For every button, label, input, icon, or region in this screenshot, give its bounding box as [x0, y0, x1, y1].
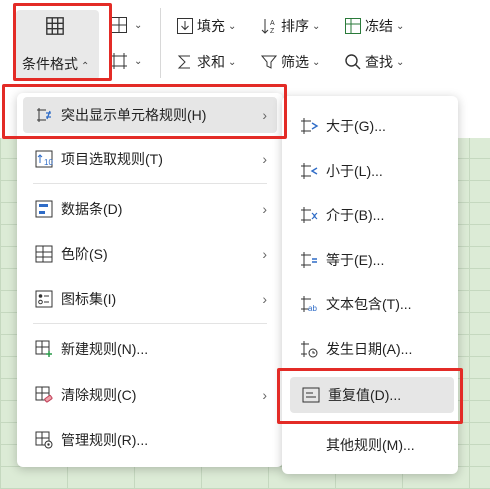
- greater-than-icon: [298, 115, 320, 137]
- between-icon: [298, 204, 320, 226]
- color-scales-icon: [33, 243, 55, 265]
- menu-separator: [33, 183, 267, 184]
- submenu-item-label: 小于(L)...: [326, 163, 383, 179]
- submenu-item-label: 介于(B)...: [326, 207, 385, 223]
- chevron-right-icon: ›: [262, 246, 267, 262]
- menu-item-label: 管理规则(R)...: [61, 432, 149, 448]
- cell-style-icon: [111, 17, 127, 33]
- menu-item-label: 清除规则(C): [61, 387, 137, 403]
- cell-style-button[interactable]: ⌄: [110, 16, 142, 34]
- sort-button[interactable]: AZ 排序 ⌄: [260, 16, 320, 36]
- less-than-icon: [298, 160, 320, 182]
- date-occurring-icon: [298, 338, 320, 360]
- dropdown-caret-icon: ⌄: [228, 56, 237, 68]
- border-button[interactable]: ⌄: [110, 52, 142, 70]
- highlight-box-conditional-format: [13, 3, 112, 81]
- dropdown-caret-icon: ⌄: [312, 20, 321, 32]
- svg-text:10: 10: [44, 158, 53, 167]
- dropdown-caret-icon: ⌄: [312, 56, 321, 68]
- submenu-item-between[interactable]: 介于(B)...: [288, 197, 452, 233]
- submenu-item-label: 其他规则(M)...: [326, 437, 415, 453]
- conditional-format-menu: 突出显示单元格规则(H) › 10 项目选取规则(T) › 数据条(D) › 色…: [17, 93, 283, 467]
- sum-icon: [177, 55, 190, 69]
- highlight-box-duplicate-values: [277, 368, 463, 424]
- highlight-box-highlight-cells: [2, 84, 287, 139]
- chevron-right-icon: ›: [262, 291, 267, 307]
- fill-label: 填充: [197, 18, 225, 34]
- top-bottom-icon: 10: [33, 148, 55, 170]
- submenu-item-greater-than[interactable]: 大于(G)...: [288, 108, 452, 144]
- submenu-item-label: 等于(E)...: [326, 252, 385, 268]
- dropdown-caret-icon: ⌄: [134, 55, 143, 67]
- filter-icon: [260, 55, 278, 69]
- menu-item-label: 图标集(I): [61, 291, 117, 307]
- menu-separator: [33, 323, 267, 324]
- border-icon: [111, 53, 127, 69]
- submenu-item-label: 文本包含(T)...: [326, 296, 412, 312]
- submenu-item-less-than[interactable]: 小于(L)...: [288, 153, 452, 189]
- menu-item-clear-rules[interactable]: 清除规则(C) ›: [23, 377, 277, 413]
- svg-text:Z: Z: [270, 28, 275, 35]
- menu-item-label: 项目选取规则(T): [61, 151, 163, 167]
- menu-item-manage-rules[interactable]: 管理规则(R)...: [23, 422, 277, 458]
- svg-text:A: A: [270, 20, 275, 27]
- menu-item-new-rule[interactable]: 新建规则(N)...: [23, 331, 277, 367]
- fill-button[interactable]: 填充 ⌄: [176, 16, 236, 36]
- data-bars-icon: [33, 198, 55, 220]
- menu-item-color-scales[interactable]: 色阶(S) ›: [23, 236, 277, 272]
- menu-item-label: 色阶(S): [61, 246, 108, 262]
- filter-label: 筛选: [281, 54, 309, 70]
- freeze-button[interactable]: 冻结 ⌄: [344, 16, 404, 36]
- fill-icon: [177, 18, 193, 34]
- chevron-right-icon: ›: [262, 201, 267, 217]
- menu-item-top-bottom[interactable]: 10 项目选取规则(T) ›: [23, 141, 277, 177]
- text-contains-icon: ab: [298, 293, 320, 315]
- blank-icon-space: [298, 434, 320, 456]
- submenu-item-label: 大于(G)...: [326, 118, 386, 134]
- menu-item-label: 新建规则(N)...: [61, 341, 149, 357]
- sum-label: 求和: [197, 54, 225, 70]
- svg-text:ab: ab: [308, 304, 317, 313]
- menu-item-data-bars[interactable]: 数据条(D) ›: [23, 191, 277, 227]
- dropdown-caret-icon: ⌄: [228, 20, 237, 32]
- dropdown-caret-icon: ⌄: [134, 19, 143, 31]
- find-label: 查找: [365, 54, 393, 70]
- sort-label: 排序: [281, 18, 309, 34]
- chevron-right-icon: ›: [262, 151, 267, 167]
- dropdown-caret-icon: ⌄: [396, 20, 405, 32]
- ribbon-separator: [160, 8, 161, 78]
- sort-icon: AZ: [261, 19, 275, 35]
- menu-item-icon-sets[interactable]: 图标集(I) ›: [23, 281, 277, 317]
- freeze-icon: [345, 18, 361, 34]
- submenu-item-label: 发生日期(A)...: [326, 341, 413, 357]
- freeze-label: 冻结: [365, 18, 393, 34]
- icon-sets-icon: [33, 288, 55, 310]
- submenu-item-text-contains[interactable]: ab 文本包含(T)...: [288, 286, 452, 322]
- new-rule-icon: [33, 338, 55, 360]
- submenu-item-equal-to[interactable]: 等于(E)...: [288, 242, 452, 278]
- submenu-item-date-occurring[interactable]: 发生日期(A)...: [288, 331, 452, 367]
- chevron-right-icon: ›: [262, 387, 267, 403]
- filter-button[interactable]: 筛选 ⌄: [260, 52, 320, 72]
- sum-button[interactable]: 求和 ⌄: [176, 52, 236, 72]
- clear-rules-icon: [33, 384, 55, 406]
- manage-rules-icon: [33, 429, 55, 451]
- menu-item-label: 数据条(D): [61, 201, 123, 217]
- find-button[interactable]: 查找 ⌄: [344, 52, 404, 72]
- equal-to-icon: [298, 249, 320, 271]
- submenu-item-other-rules[interactable]: 其他规则(M)...: [288, 427, 452, 463]
- search-icon: [345, 54, 361, 70]
- dropdown-caret-icon: ⌄: [396, 56, 405, 68]
